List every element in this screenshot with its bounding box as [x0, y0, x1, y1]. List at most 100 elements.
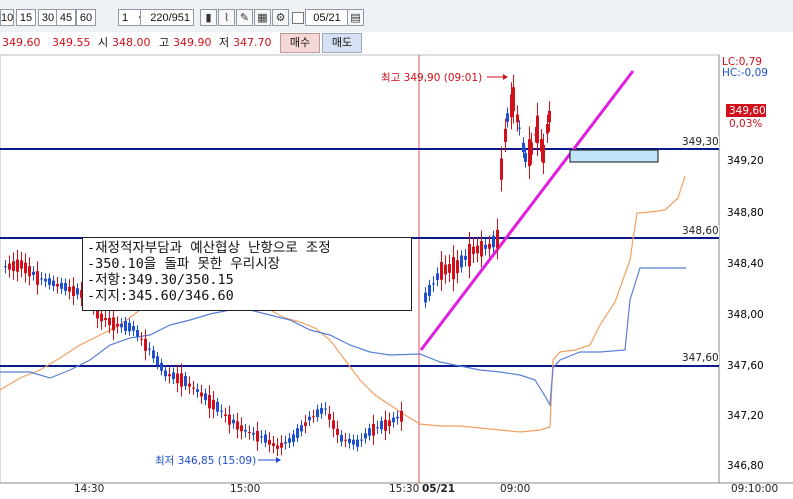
candle-body [124, 321, 127, 331]
candle-body [384, 419, 387, 431]
candle-body [522, 142, 525, 153]
candle-body [444, 264, 447, 275]
candle-body [172, 372, 175, 380]
hline-label-349-30: 349,30 [682, 136, 719, 148]
candle-body [272, 443, 275, 447]
candle-body [284, 442, 287, 444]
candle-body [260, 436, 263, 438]
candle-body [536, 115, 539, 144]
target-box[interactable] [569, 149, 659, 163]
candle-body [204, 393, 207, 401]
candle-body [36, 271, 39, 285]
note-line-3: -저항:349.30/350.15 [87, 272, 234, 288]
candle-body [336, 428, 339, 435]
note-line-2: -350.10을 돌파 못한 우리시장 [87, 256, 281, 272]
y-tick-348-40: 348,40 [727, 258, 764, 270]
candle-body [32, 271, 35, 275]
y-tick-349-20: 349,20 [727, 155, 764, 167]
candle-body [256, 430, 259, 442]
candle-body [480, 241, 483, 257]
annotation-note[interactable]: -재정적자부담과 예산협상 난항으로 조정 -350.10을 돌파 못한 우리시… [82, 237, 412, 311]
candle-body [28, 266, 31, 277]
candle-body [176, 373, 179, 384]
candle-body [468, 243, 471, 267]
candle-body [184, 376, 187, 386]
candle-body [64, 282, 67, 291]
candle-body [112, 317, 115, 331]
candle-body [192, 387, 195, 389]
candle-body [16, 259, 19, 272]
trend-line[interactable] [419, 70, 635, 351]
candle-body [460, 255, 463, 268]
candle-body [396, 416, 399, 419]
candle-body [316, 409, 319, 418]
x-tick-0521: 05/21 [422, 483, 456, 495]
x-tick-current-time: 09:10:00 [731, 483, 779, 495]
candle-body [100, 313, 103, 322]
candle-body [144, 338, 147, 351]
candle-body [516, 114, 519, 123]
candle-body [436, 273, 439, 280]
candle-body [128, 322, 131, 332]
candle-body [20, 260, 23, 269]
candle-body [296, 428, 299, 438]
candle-body [244, 429, 247, 432]
candle-body [48, 278, 51, 285]
candle-body [424, 292, 427, 303]
candle-body [104, 318, 107, 320]
candle-body [156, 356, 159, 365]
candle-body [476, 245, 479, 254]
candle-body [348, 438, 351, 444]
candle-body [188, 383, 191, 387]
candle-body [224, 414, 227, 416]
candle-body [452, 257, 455, 280]
candle-body [432, 283, 435, 285]
note-line-4: -지지:345.60/346.60 [87, 288, 234, 304]
x-tick-1500: 15:00 [230, 483, 261, 495]
candle-body [116, 323, 119, 327]
candle-body [376, 427, 379, 429]
candle-body [268, 439, 271, 445]
candle-body [252, 432, 255, 435]
candle-body [320, 408, 323, 414]
candle-body [332, 420, 335, 429]
candle-body [368, 428, 371, 436]
candle-body [542, 144, 545, 164]
candle-body [276, 445, 279, 449]
candle-body [308, 416, 311, 421]
candle-body [304, 422, 307, 426]
candle-body [212, 399, 215, 410]
y-tick-348-00: 348,00 [727, 309, 764, 321]
candle-body [530, 142, 533, 155]
candle-body [72, 286, 75, 297]
candle-body [196, 389, 199, 392]
candle-body [12, 261, 15, 271]
candle-body [456, 260, 459, 274]
candle-body [168, 374, 171, 377]
candle-body [546, 124, 549, 134]
candle-body [68, 286, 71, 292]
hline-label-348-60: 348,60 [682, 225, 719, 237]
candle-body [56, 283, 59, 287]
hc-label: HC:-0,09 [722, 67, 768, 79]
candle-body [164, 370, 167, 377]
y-tick-348-80: 348,80 [727, 207, 764, 219]
candle-body [548, 110, 551, 123]
candle-body [216, 401, 219, 412]
candle-body [44, 278, 47, 282]
candle-body [232, 419, 235, 424]
last-price-label: 349,60 [729, 105, 766, 117]
candle-body [132, 326, 135, 331]
y-tick-346-80: 346,80 [727, 460, 764, 472]
candle-body [472, 246, 475, 255]
candle-body [328, 413, 331, 420]
x-tick-0900: 09:00 [500, 483, 531, 495]
candle-body [180, 373, 183, 387]
x-tick-1430: 14:30 [74, 483, 105, 495]
candle-body [518, 127, 521, 129]
candle-body [60, 282, 63, 289]
last-pct-label: 0,03% [729, 118, 763, 130]
hline-label-347-60: 347,60 [682, 352, 719, 364]
candle-body [300, 425, 303, 432]
candle-body [228, 414, 231, 425]
